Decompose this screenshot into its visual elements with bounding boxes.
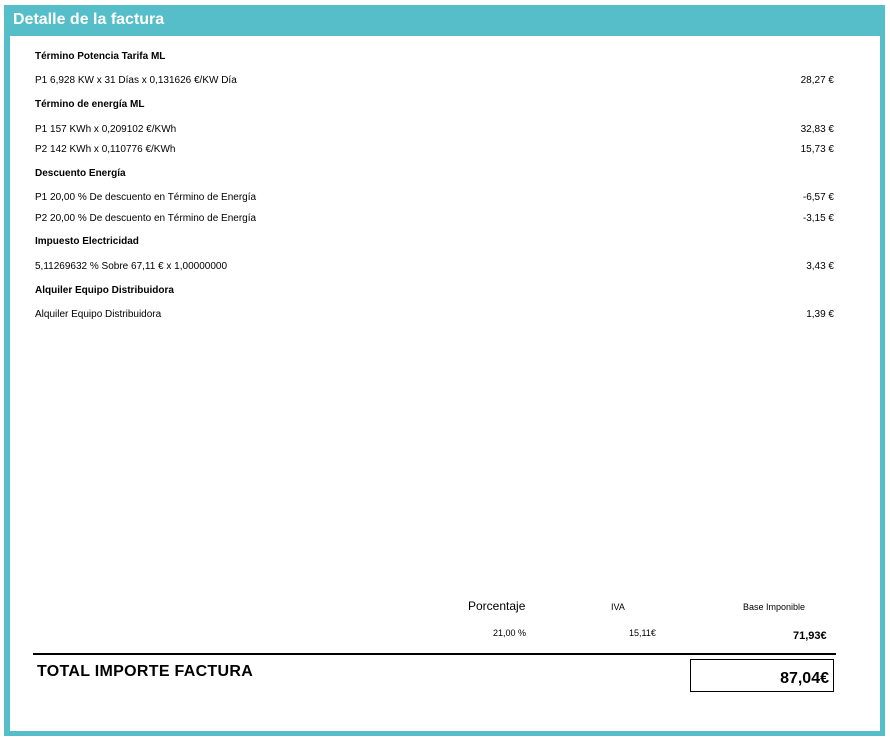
total-value-box: 87,04€ — [690, 659, 834, 692]
header-title: Detalle de la factura — [13, 11, 165, 28]
line-item-amount: -6,57 € — [802, 192, 834, 203]
section-title-energia: Término de energía ML — [35, 99, 145, 110]
summary-header-porcentaje: Porcentaje — [468, 599, 526, 613]
total-divider — [33, 653, 836, 655]
section-title-potencia: Término Potencia Tarifa ML — [35, 51, 166, 62]
summary-header-base: Base Imponible — [743, 602, 806, 612]
summary-value-base: 71,93€ — [793, 630, 827, 642]
section-title-descuento: Descuento Energía — [35, 168, 126, 179]
section-title-impuesto: Impuesto Electricidad — [35, 236, 139, 247]
invoice-detail-frame: Detalle de la factura Término Potencia T… — [4, 5, 885, 736]
summary-header-iva: IVA — [611, 602, 625, 612]
line-item-desc: P2 20,00 % De descuento en Término de En… — [35, 213, 257, 224]
line-item-amount: 1,39 € — [806, 309, 834, 320]
line-item-amount: 28,27 € — [800, 75, 834, 86]
invoice-content: Término Potencia Tarifa ML P1 6,928 KW x… — [10, 36, 880, 731]
line-item-amount: 32,83 € — [800, 124, 834, 135]
line-item-amount: -3,15 € — [802, 213, 834, 224]
summary-value-porcentaje: 21,00 % — [493, 628, 527, 638]
line-item-amount: 15,73 € — [800, 144, 834, 155]
line-item-desc: P2 142 KWh x 0,110776 €/KWh — [35, 144, 176, 155]
total-value: 87,04€ — [780, 670, 829, 687]
line-item-desc: P1 6,928 KW x 31 Días x 0,131626 €/KW Dí… — [35, 75, 237, 86]
line-item-desc: Alquiler Equipo Distribuidora — [35, 309, 162, 320]
line-item-desc: P1 157 KWh x 0,209102 €/KWh — [35, 124, 177, 135]
summary-value-iva: 15,11€ — [629, 628, 656, 638]
line-item-desc: P1 20,00 % De descuento en Término de En… — [35, 192, 257, 203]
line-item-desc: 5,11269632 % Sobre 67,11 € x 1,00000000 — [35, 261, 228, 272]
section-title-alquiler: Alquiler Equipo Distribuidora — [35, 285, 174, 296]
total-label: TOTAL IMPORTE FACTURA — [37, 663, 254, 680]
line-item-amount: 3,43 € — [806, 261, 834, 272]
